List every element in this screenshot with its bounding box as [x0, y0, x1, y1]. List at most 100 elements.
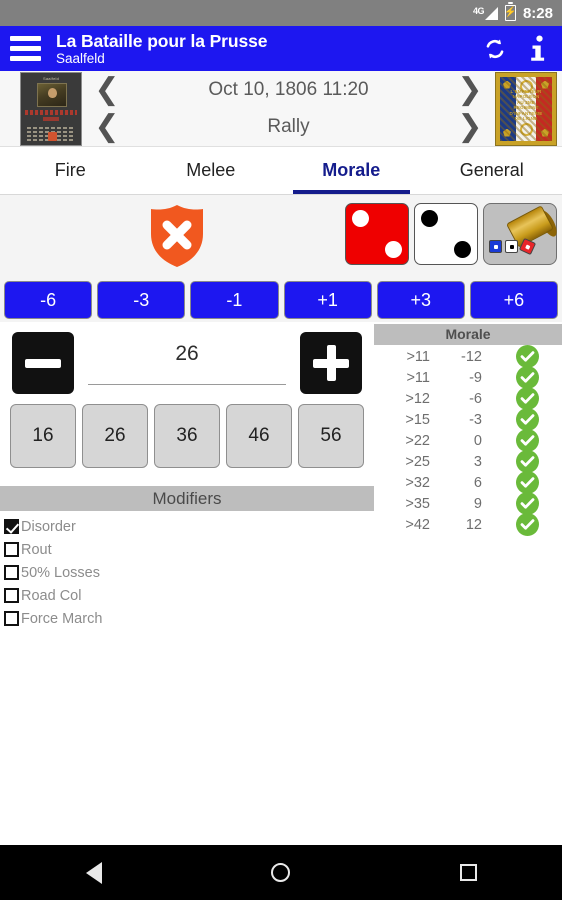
hamburger-menu-icon[interactable] — [10, 36, 41, 61]
date-nav-row: ❮ Oct 10, 1806 11:20 ❯ — [84, 71, 493, 109]
morale-modifier: 0 — [473, 432, 482, 449]
checkbox-road-col[interactable] — [4, 588, 19, 603]
quick-value-16[interactable]: 16 — [10, 404, 76, 468]
quick-value-26[interactable]: 26 — [82, 404, 148, 468]
checkbox-row-force-march[interactable]: Force March — [4, 607, 372, 630]
modifier-button-minus6[interactable]: -6 — [4, 281, 93, 319]
modifier-button-row: -6 -3 -1 +1 +3 +6 — [0, 277, 562, 322]
morale-status — [492, 429, 562, 452]
scenario-card-thumbnail[interactable]: Saalfeld — [20, 71, 82, 146]
morale-modifier: -12 — [461, 348, 482, 365]
checkbox-row-50-losses[interactable]: 50% Losses — [4, 561, 372, 584]
morale-status — [492, 513, 562, 536]
page-title: La Bataille pour la Prusse — [56, 30, 268, 51]
minus-icon — [25, 358, 61, 368]
check-icon — [515, 366, 539, 389]
status-bar: 4G ⚡ 8:28 — [0, 0, 562, 26]
recents-square-icon[interactable] — [433, 864, 503, 881]
quick-value-46[interactable]: 46 — [226, 404, 292, 468]
checkbox-50-losses[interactable] — [4, 565, 19, 580]
shield-fail-icon — [151, 205, 203, 267]
morale-threshold: >12 — [405, 390, 430, 407]
value-text: 26 — [175, 341, 199, 365]
morale-row: >12 -6 — [374, 387, 562, 410]
modifier-button-plus6[interactable]: +6 — [469, 281, 559, 319]
app-bar: La Bataille pour la Prusse Saalfeld — [0, 26, 562, 71]
scenario-nav: Saalfeld ❮ Oct 10, 1806 11:20 ❯ ❮ Rally … — [0, 71, 562, 147]
main-body: 26 16 26 36 46 56 Modifiers Disorder Rou… — [0, 322, 562, 630]
modifier-button-plus3[interactable]: +3 — [376, 281, 465, 319]
morale-modifier: 12 — [465, 516, 482, 533]
morale-row: >35 9 — [374, 492, 562, 515]
phase-next-chevron-right-icon[interactable]: ❯ — [447, 112, 493, 142]
check-icon — [515, 429, 539, 452]
checkbox-disorder[interactable] — [4, 519, 19, 534]
network-indicator: 4G — [473, 6, 498, 20]
morale-table-header: Morale — [374, 324, 562, 345]
morale-threshold: >11 — [406, 369, 430, 386]
morale-threshold: >22 — [405, 432, 430, 449]
morale-modifier: -6 — [469, 390, 482, 407]
result-row — [0, 195, 562, 277]
check-icon — [515, 513, 539, 536]
scenario-nav-columns: ❮ Oct 10, 1806 11:20 ❯ ❮ Rally ❯ — [82, 71, 495, 146]
info-icon[interactable] — [524, 34, 550, 64]
back-triangle-icon[interactable] — [59, 861, 129, 884]
quick-value-36[interactable]: 36 — [154, 404, 220, 468]
morale-modifier: -3 — [469, 411, 482, 428]
check-icon — [515, 387, 539, 410]
left-column: 26 16 26 36 46 56 Modifiers Disorder Rou… — [0, 322, 374, 630]
morale-row: >42 12 — [374, 513, 562, 536]
morale-threshold: >35 — [405, 495, 430, 512]
morale-row: >25 3 — [374, 450, 562, 473]
tab-morale[interactable]: Morale — [281, 147, 422, 194]
morale-row: >15 -3 — [374, 408, 562, 431]
scenario-phase-label: Rally — [267, 116, 310, 138]
home-circle-icon[interactable] — [246, 863, 316, 882]
red-die[interactable] — [345, 203, 409, 265]
modifier-button-plus1[interactable]: +1 — [283, 281, 372, 319]
checkbox-row-rout[interactable]: Rout — [4, 538, 372, 561]
date-prev-chevron-left-icon[interactable]: ❮ — [84, 74, 130, 105]
morale-status — [492, 408, 562, 431]
tab-melee[interactable]: Melee — [141, 147, 282, 194]
morale-status — [492, 387, 562, 410]
checkbox-label-rout: Rout — [21, 541, 52, 558]
dice-cup-icon[interactable] — [483, 203, 561, 265]
decrement-button[interactable] — [12, 332, 74, 394]
checkbox-row-disorder[interactable]: Disorder — [4, 515, 372, 538]
modifier-button-minus3[interactable]: -3 — [97, 281, 186, 319]
check-icon — [515, 345, 539, 368]
tab-fire[interactable]: Fire — [0, 147, 141, 194]
morale-status — [492, 492, 562, 515]
morale-status — [492, 345, 562, 368]
checkbox-row-road-col[interactable]: Road Col — [4, 584, 372, 607]
value-stepper: 26 — [0, 322, 374, 400]
morale-modifier: 3 — [473, 453, 482, 470]
tab-general[interactable]: General — [422, 147, 562, 194]
app-root: 4G ⚡ 8:28 La Bataille pour la Prusse Saa… — [0, 0, 562, 900]
phase-nav-row: ❮ Rally ❯ — [84, 109, 493, 147]
signal-strength-icon — [484, 6, 498, 20]
morale-row: >11 -12 — [374, 345, 562, 368]
checkbox-rout[interactable] — [4, 542, 19, 557]
phase-prev-chevron-left-icon[interactable]: ❮ — [84, 112, 130, 142]
checkbox-force-march[interactable] — [4, 611, 19, 626]
refresh-icon[interactable] — [482, 34, 508, 64]
increment-button[interactable] — [300, 332, 362, 394]
checkbox-label-50-losses: 50% Losses — [21, 564, 100, 581]
modifier-button-minus1[interactable]: -1 — [190, 281, 279, 319]
app-bar-actions — [482, 34, 550, 64]
white-die[interactable] — [414, 203, 478, 265]
value-field[interactable]: 26 — [88, 342, 286, 385]
morale-modifier: 9 — [473, 495, 482, 512]
date-next-chevron-right-icon[interactable]: ❯ — [447, 74, 493, 105]
app-bar-titles: La Bataille pour la Prusse Saalfeld — [56, 31, 482, 67]
quick-value-56[interactable]: 56 — [298, 404, 364, 468]
modifiers-header: Modifiers — [0, 486, 374, 511]
morale-threshold: >25 — [405, 453, 430, 470]
modifiers-checklist: Disorder Rout 50% Losses Road Col Force … — [0, 511, 374, 630]
french-regimental-flag[interactable]: L'EMPEREUR NAPOLEON AU 2ME REGIMENT D'IN… — [495, 71, 557, 146]
checkbox-label-force-march: Force March — [21, 610, 103, 627]
page-subtitle: Saalfeld — [56, 50, 105, 66]
